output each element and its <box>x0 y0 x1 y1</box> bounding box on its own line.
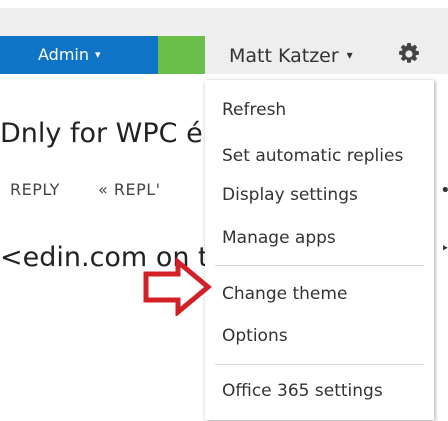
chevron-down-icon: ▾ <box>95 48 101 61</box>
reply-button[interactable]: REPLY <box>10 180 60 199</box>
reply-all-icon: « <box>98 180 109 199</box>
menu-item-automatic-replies[interactable]: Set automatic replies <box>222 146 403 166</box>
reply-all-button[interactable]: « REPL' <box>98 180 161 199</box>
menu-item-display-settings[interactable]: Display settings <box>222 185 358 205</box>
top-bar: Admin ▾ Matt Katzer ▾ <box>0 0 448 74</box>
message-subject: Dnly for WPC é <box>0 118 203 149</box>
menu-separator <box>215 364 424 365</box>
menu-separator <box>215 265 424 266</box>
menu-item-change-theme[interactable]: Change theme <box>222 284 347 304</box>
edge-mark: • <box>440 180 448 201</box>
menu-item-refresh[interactable]: Refresh <box>222 100 286 120</box>
gear-icon[interactable] <box>397 42 421 66</box>
user-menu-button[interactable]: Matt Katzer ▾ <box>205 36 448 74</box>
user-name-label: Matt Katzer ▾ <box>229 45 353 67</box>
menu-item-options[interactable]: Options <box>222 326 288 346</box>
chevron-down-icon: ▾ <box>346 48 353 62</box>
settings-dropdown: Refresh Set automatic replies Display se… <box>205 80 434 420</box>
right-arrow-icon <box>143 258 212 316</box>
app-tile[interactable] <box>158 36 205 74</box>
menu-item-manage-apps[interactable]: Manage apps <box>222 228 336 248</box>
menu-item-office-365-settings[interactable]: Office 365 settings <box>222 381 383 401</box>
edge-mark: ‣ <box>441 241 448 257</box>
admin-button[interactable]: Admin ▾ <box>0 36 158 74</box>
admin-label: Admin <box>38 45 89 64</box>
